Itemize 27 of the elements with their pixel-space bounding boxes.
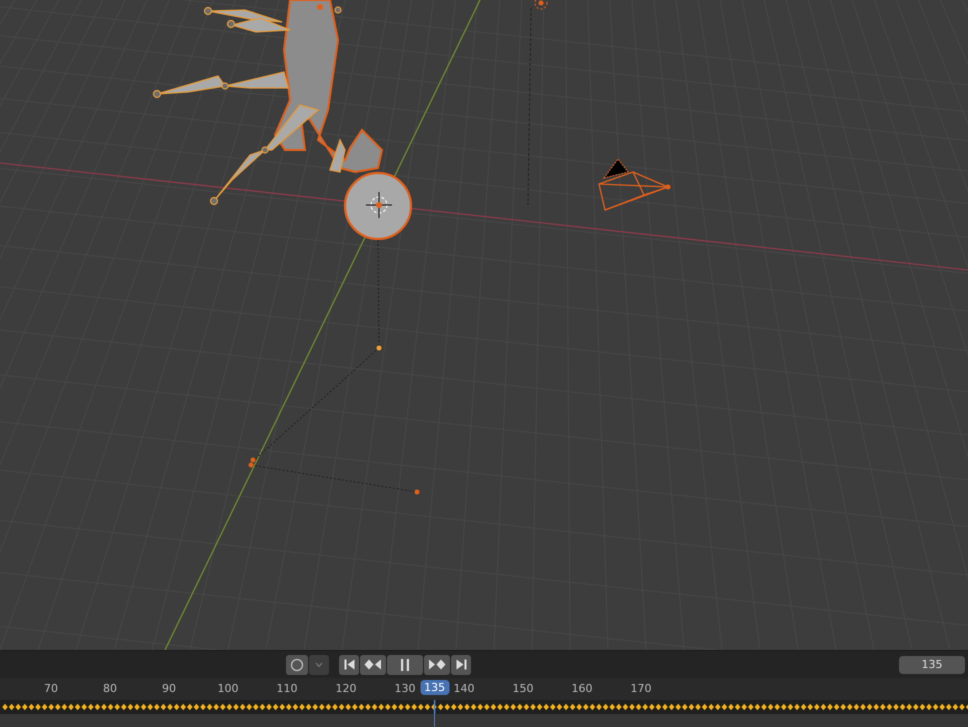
frame-number: 70 [44,682,58,695]
frame-number: 140 [454,682,474,695]
pause-icon [400,658,410,670]
jump-to-end-button[interactable] [451,654,471,674]
keyframe-type-button[interactable] [286,654,308,674]
frame-number: 100 [218,682,238,695]
jump-start-icon [344,659,354,670]
next-keyframe-icon [428,659,446,670]
previous-keyframe-icon [364,659,382,670]
circle-icon [290,658,304,672]
next-keyframe-button[interactable] [424,654,450,674]
frame-number: 130 [394,682,416,695]
frame-number: 170 [630,682,652,695]
frame-number: 120 [336,682,356,695]
frame-number: 90 [162,682,176,695]
caret-icon [315,662,323,668]
frame-number: 80 [103,682,117,695]
previous-keyframe-button[interactable] [360,654,386,674]
jump-to-start-button[interactable] [339,654,359,674]
frame-number: 150 [512,682,534,695]
frame-number: 160 [572,682,592,695]
pause-button[interactable] [387,654,423,674]
current-frame-indicator[interactable]: 135 [420,680,450,695]
current-frame-field[interactable]: 135 [899,656,965,674]
frame-number: 110 [276,682,298,695]
jump-end-icon [456,659,466,670]
ball-drawing [344,172,412,240]
